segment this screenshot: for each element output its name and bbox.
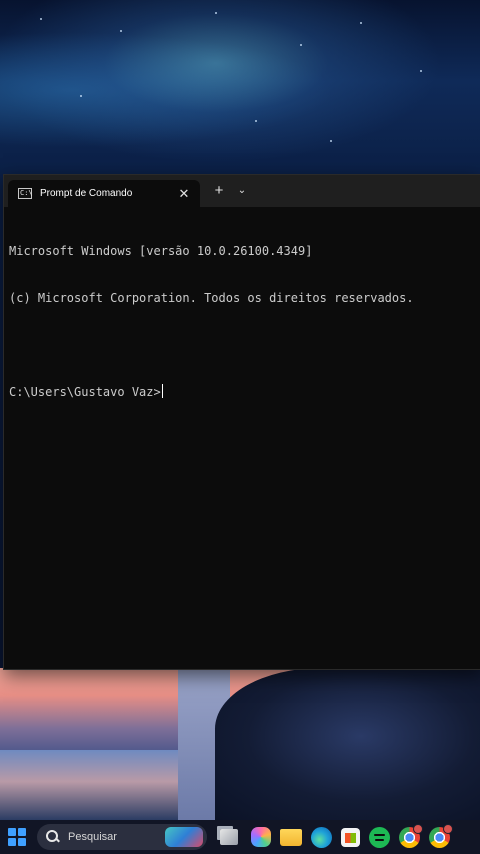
search-highlight-image bbox=[165, 827, 203, 847]
title-bar[interactable]: C:\ Prompt de Comando ✕ + ⌄ bbox=[4, 175, 480, 207]
wallpaper-star bbox=[330, 140, 332, 142]
wallpaper-figure-dark bbox=[215, 668, 480, 820]
taskbar-search-box[interactable]: Pesquisar bbox=[37, 824, 207, 850]
console-output[interactable]: Microsoft Windows [versão 10.0.26100.434… bbox=[9, 213, 475, 663]
tab-prompt-de-comando[interactable]: C:\ Prompt de Comando ✕ bbox=[8, 180, 200, 207]
wallpaper-star bbox=[215, 12, 217, 14]
close-tab-icon[interactable]: ✕ bbox=[174, 186, 194, 202]
windows-start-icon[interactable] bbox=[3, 823, 31, 851]
notification-badge bbox=[413, 823, 423, 834]
task-view-icon[interactable] bbox=[220, 829, 238, 845]
terminal-window[interactable]: C:\ Prompt de Comando ✕ + ⌄ Microsoft Wi… bbox=[3, 174, 480, 670]
new-tab-button[interactable]: + bbox=[209, 181, 229, 201]
wallpaper-star bbox=[80, 95, 82, 97]
wallpaper-sky bbox=[0, 0, 480, 180]
wallpaper-star bbox=[300, 44, 302, 46]
file-explorer-icon[interactable] bbox=[280, 828, 302, 846]
wallpaper-star bbox=[255, 120, 257, 122]
copilot-icon[interactable] bbox=[251, 827, 271, 847]
taskbar: Pesquisar bbox=[0, 820, 480, 854]
console-line: (c) Microsoft Corporation. Todos os dire… bbox=[9, 290, 414, 305]
wallpaper-star bbox=[420, 70, 422, 72]
console-prompt: C:\Users\Gustavo Vaz> bbox=[9, 384, 161, 399]
notification-badge bbox=[443, 823, 453, 834]
search-icon bbox=[46, 830, 60, 844]
tab-title: Prompt de Comando bbox=[40, 188, 133, 199]
cmd-icon: C:\ bbox=[18, 188, 33, 199]
wallpaper-star bbox=[360, 22, 362, 24]
console-prompt-line[interactable]: C:\Users\Gustavo Vaz> bbox=[9, 383, 475, 400]
chevron-down-icon[interactable]: ⌄ bbox=[232, 181, 252, 201]
wallpaper-sea bbox=[0, 750, 190, 820]
microsoft-store-icon[interactable] bbox=[341, 827, 360, 847]
text-cursor bbox=[161, 383, 163, 398]
search-placeholder: Pesquisar bbox=[68, 831, 117, 843]
wallpaper-star bbox=[40, 18, 42, 20]
edge-icon[interactable] bbox=[311, 826, 332, 848]
spotify-icon[interactable] bbox=[369, 826, 390, 848]
wallpaper-star bbox=[120, 30, 122, 32]
chrome-icon[interactable] bbox=[399, 823, 423, 848]
console-line: Microsoft Windows [versão 10.0.26100.434… bbox=[9, 244, 313, 258]
chrome-profile-icon[interactable] bbox=[429, 823, 453, 848]
